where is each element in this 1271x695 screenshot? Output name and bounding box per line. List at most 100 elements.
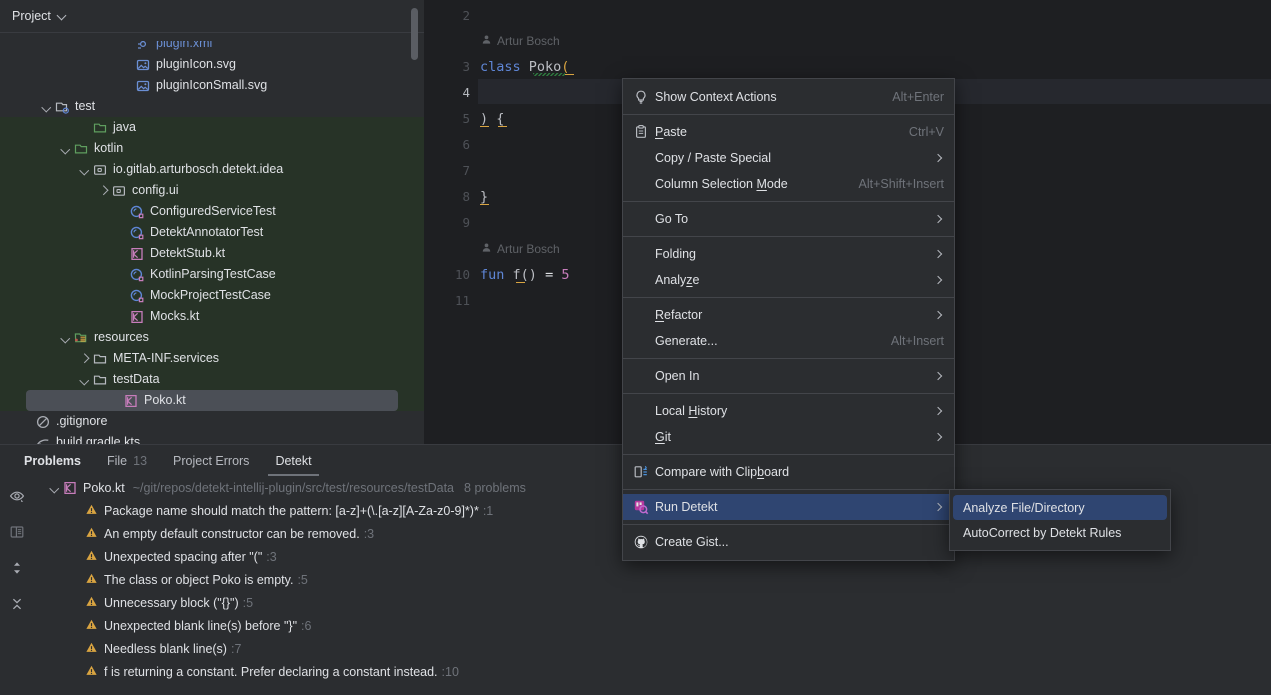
- chevron-down-icon[interactable]: [59, 142, 72, 155]
- code-line[interactable]: ) {: [480, 111, 504, 127]
- menu-item-label: Local History: [655, 404, 728, 418]
- tab-label: File: [106, 453, 128, 468]
- submenu-item-analyze-file-directory[interactable]: Analyze File/Directory: [953, 495, 1167, 520]
- collapse-all-icon[interactable]: [9, 596, 25, 615]
- menu-item-paste[interactable]: Paste Ctrl+V: [623, 119, 954, 145]
- menu-item-git[interactable]: Git: [623, 424, 954, 450]
- submenu-item-autocorrect-by-detekt-rules[interactable]: AutoCorrect by Detekt Rules: [953, 520, 1167, 545]
- menu-item-local-history[interactable]: Local History: [623, 398, 954, 424]
- tree-item[interactable]: java: [0, 117, 424, 138]
- token-underline: [480, 126, 489, 128]
- menu-item-shortcut: Alt+Shift+Insert: [858, 177, 944, 191]
- problem-row[interactable]: Unexpected blank line(s) before "}":6: [33, 614, 1271, 637]
- menu-item-label: Generate...: [655, 334, 718, 348]
- menu-item-open-in[interactable]: Open In: [623, 363, 954, 389]
- folder-icon: [92, 351, 108, 367]
- tree-item-label: java: [113, 120, 136, 134]
- tab-problems[interactable]: Problems: [11, 445, 94, 476]
- chevron-down-icon[interactable]: [48, 481, 61, 494]
- problems-file-path: ~/git/repos/detekt-intellij-plugin/src/t…: [132, 480, 455, 495]
- problems-toolbar[interactable]: [0, 476, 33, 695]
- menu-item-label: Copy / Paste Special: [655, 151, 772, 165]
- menu-item-icon-placeholder: [633, 150, 649, 166]
- inspections-eye-icon[interactable]: [9, 488, 25, 507]
- editor-gutter[interactable]: 2 3 4 5 6 7 8 9 10 11: [424, 0, 478, 444]
- project-tree-scrollbar[interactable]: [411, 8, 418, 60]
- problem-row[interactable]: Unnecessary block ("{}"):5: [33, 591, 1271, 614]
- tree-item[interactable]: plugin.xml: [0, 41, 424, 54]
- code-line[interactable]: fun f() = 5: [480, 267, 569, 283]
- editor-context-menu[interactable]: Show Context Actions Alt+Enter Paste Ctrl+V…: [622, 78, 955, 561]
- tab-project-errors[interactable]: Project Errors: [160, 445, 262, 476]
- chevron-down-icon[interactable]: [58, 12, 67, 21]
- menu-item-folding[interactable]: Folding: [623, 241, 954, 267]
- tree-item-label: .gitignore: [56, 414, 108, 428]
- menu-item-column-selection-mode[interactable]: Column Selection Mode Alt+Shift+Insert: [623, 171, 954, 197]
- chevron-down-icon[interactable]: [40, 100, 53, 113]
- chevron-down-icon[interactable]: [78, 163, 91, 176]
- tree-item[interactable]: .gitignore: [0, 411, 424, 432]
- tree-item[interactable]: build.gradle.kts: [0, 432, 424, 444]
- menu-item-go-to[interactable]: Go To: [623, 206, 954, 232]
- warning-icon: [85, 549, 99, 565]
- line-number: 10: [454, 267, 470, 282]
- chevron-right-icon[interactable]: [97, 184, 110, 197]
- tree-item[interactable]: pluginIconSmall.svg: [0, 75, 424, 96]
- clipboard-icon: [633, 124, 649, 140]
- tree-item[interactable]: Poko.kt: [26, 390, 398, 411]
- problem-row[interactable]: The class or object Poko is empty.:5: [33, 568, 1271, 591]
- tree-item[interactable]: META-INF.services: [0, 348, 424, 369]
- tree-item[interactable]: pluginIcon.svg: [0, 54, 424, 75]
- kotlin-file-icon: [129, 309, 145, 325]
- error-squiggle: [533, 73, 565, 76]
- problem-line: :3: [363, 526, 375, 541]
- tree-item[interactable]: io.gitlab.arturbosch.detekt.idea: [0, 159, 424, 180]
- tree-item-label: kotlin: [94, 141, 124, 155]
- submenu-item-label: Analyze File/Directory: [963, 500, 1085, 515]
- tree-item[interactable]: DetektStub.kt: [0, 243, 424, 264]
- kotlin-file-icon: [62, 480, 78, 496]
- menu-item-analyze[interactable]: Analyze: [623, 267, 954, 293]
- tree-item[interactable]: KotlinParsingTestCase: [0, 264, 424, 285]
- project-tool-window-header[interactable]: Project: [0, 0, 424, 33]
- tree-item[interactable]: DetektAnnotatorTest: [0, 222, 424, 243]
- chevron-right-icon[interactable]: [78, 352, 91, 365]
- menu-item-create-gist[interactable]: Create Gist...: [623, 529, 954, 555]
- problem-row[interactable]: f is returning a constant. Prefer declar…: [33, 660, 1271, 683]
- menu-item-refactor[interactable]: Refactor: [623, 302, 954, 328]
- svg-file-icon: [135, 57, 151, 73]
- tree-item[interactable]: ConfiguredServiceTest: [0, 201, 424, 222]
- tree-item[interactable]: MockProjectTestCase: [0, 285, 424, 306]
- menu-item-shortcut: Alt+Enter: [892, 90, 944, 104]
- menu-item-show-context-actions[interactable]: Show Context Actions Alt+Enter: [623, 84, 954, 110]
- tree-item[interactable]: Mocks.kt: [0, 306, 424, 327]
- preview-panel-icon[interactable]: [9, 524, 25, 543]
- code-line[interactable]: }: [480, 189, 488, 205]
- tree-item[interactable]: test: [0, 96, 424, 117]
- tree-item[interactable]: config.ui: [0, 180, 424, 201]
- warning-icon: [85, 595, 99, 611]
- chevron-down-icon[interactable]: [78, 373, 91, 386]
- tree-item-label: config.ui: [132, 183, 179, 197]
- tree-item[interactable]: testData: [0, 369, 424, 390]
- expand-collapse-icon[interactable]: [9, 560, 25, 579]
- tab-detekt[interactable]: Detekt: [262, 445, 324, 476]
- folder-green-icon: [92, 120, 108, 136]
- project-file-tree[interactable]: plugin.xml pluginIcon.svg pluginIconSmall.…: [0, 33, 424, 444]
- run-detekt-submenu[interactable]: Analyze File/Directory AutoCorrect by Det…: [949, 489, 1171, 551]
- tab-file[interactable]: File 13: [94, 445, 160, 476]
- tree-item[interactable]: resources: [0, 327, 424, 348]
- chevron-down-icon[interactable]: [59, 331, 72, 344]
- tree-item[interactable]: kotlin: [0, 138, 424, 159]
- warning-icon: [85, 664, 99, 680]
- menu-item-compare-with-clipboard[interactable]: Compare with Clipboard: [623, 459, 954, 485]
- menu-item-icon-placeholder: [633, 272, 649, 288]
- menu-item-generate[interactable]: Generate... Alt+Insert: [623, 328, 954, 354]
- menu-item-copy-paste-special[interactable]: Copy / Paste Special: [623, 145, 954, 171]
- menu-item-run-detekt[interactable]: Run Detekt: [623, 494, 954, 520]
- problem-row[interactable]: Needless blank line(s):7: [33, 637, 1271, 660]
